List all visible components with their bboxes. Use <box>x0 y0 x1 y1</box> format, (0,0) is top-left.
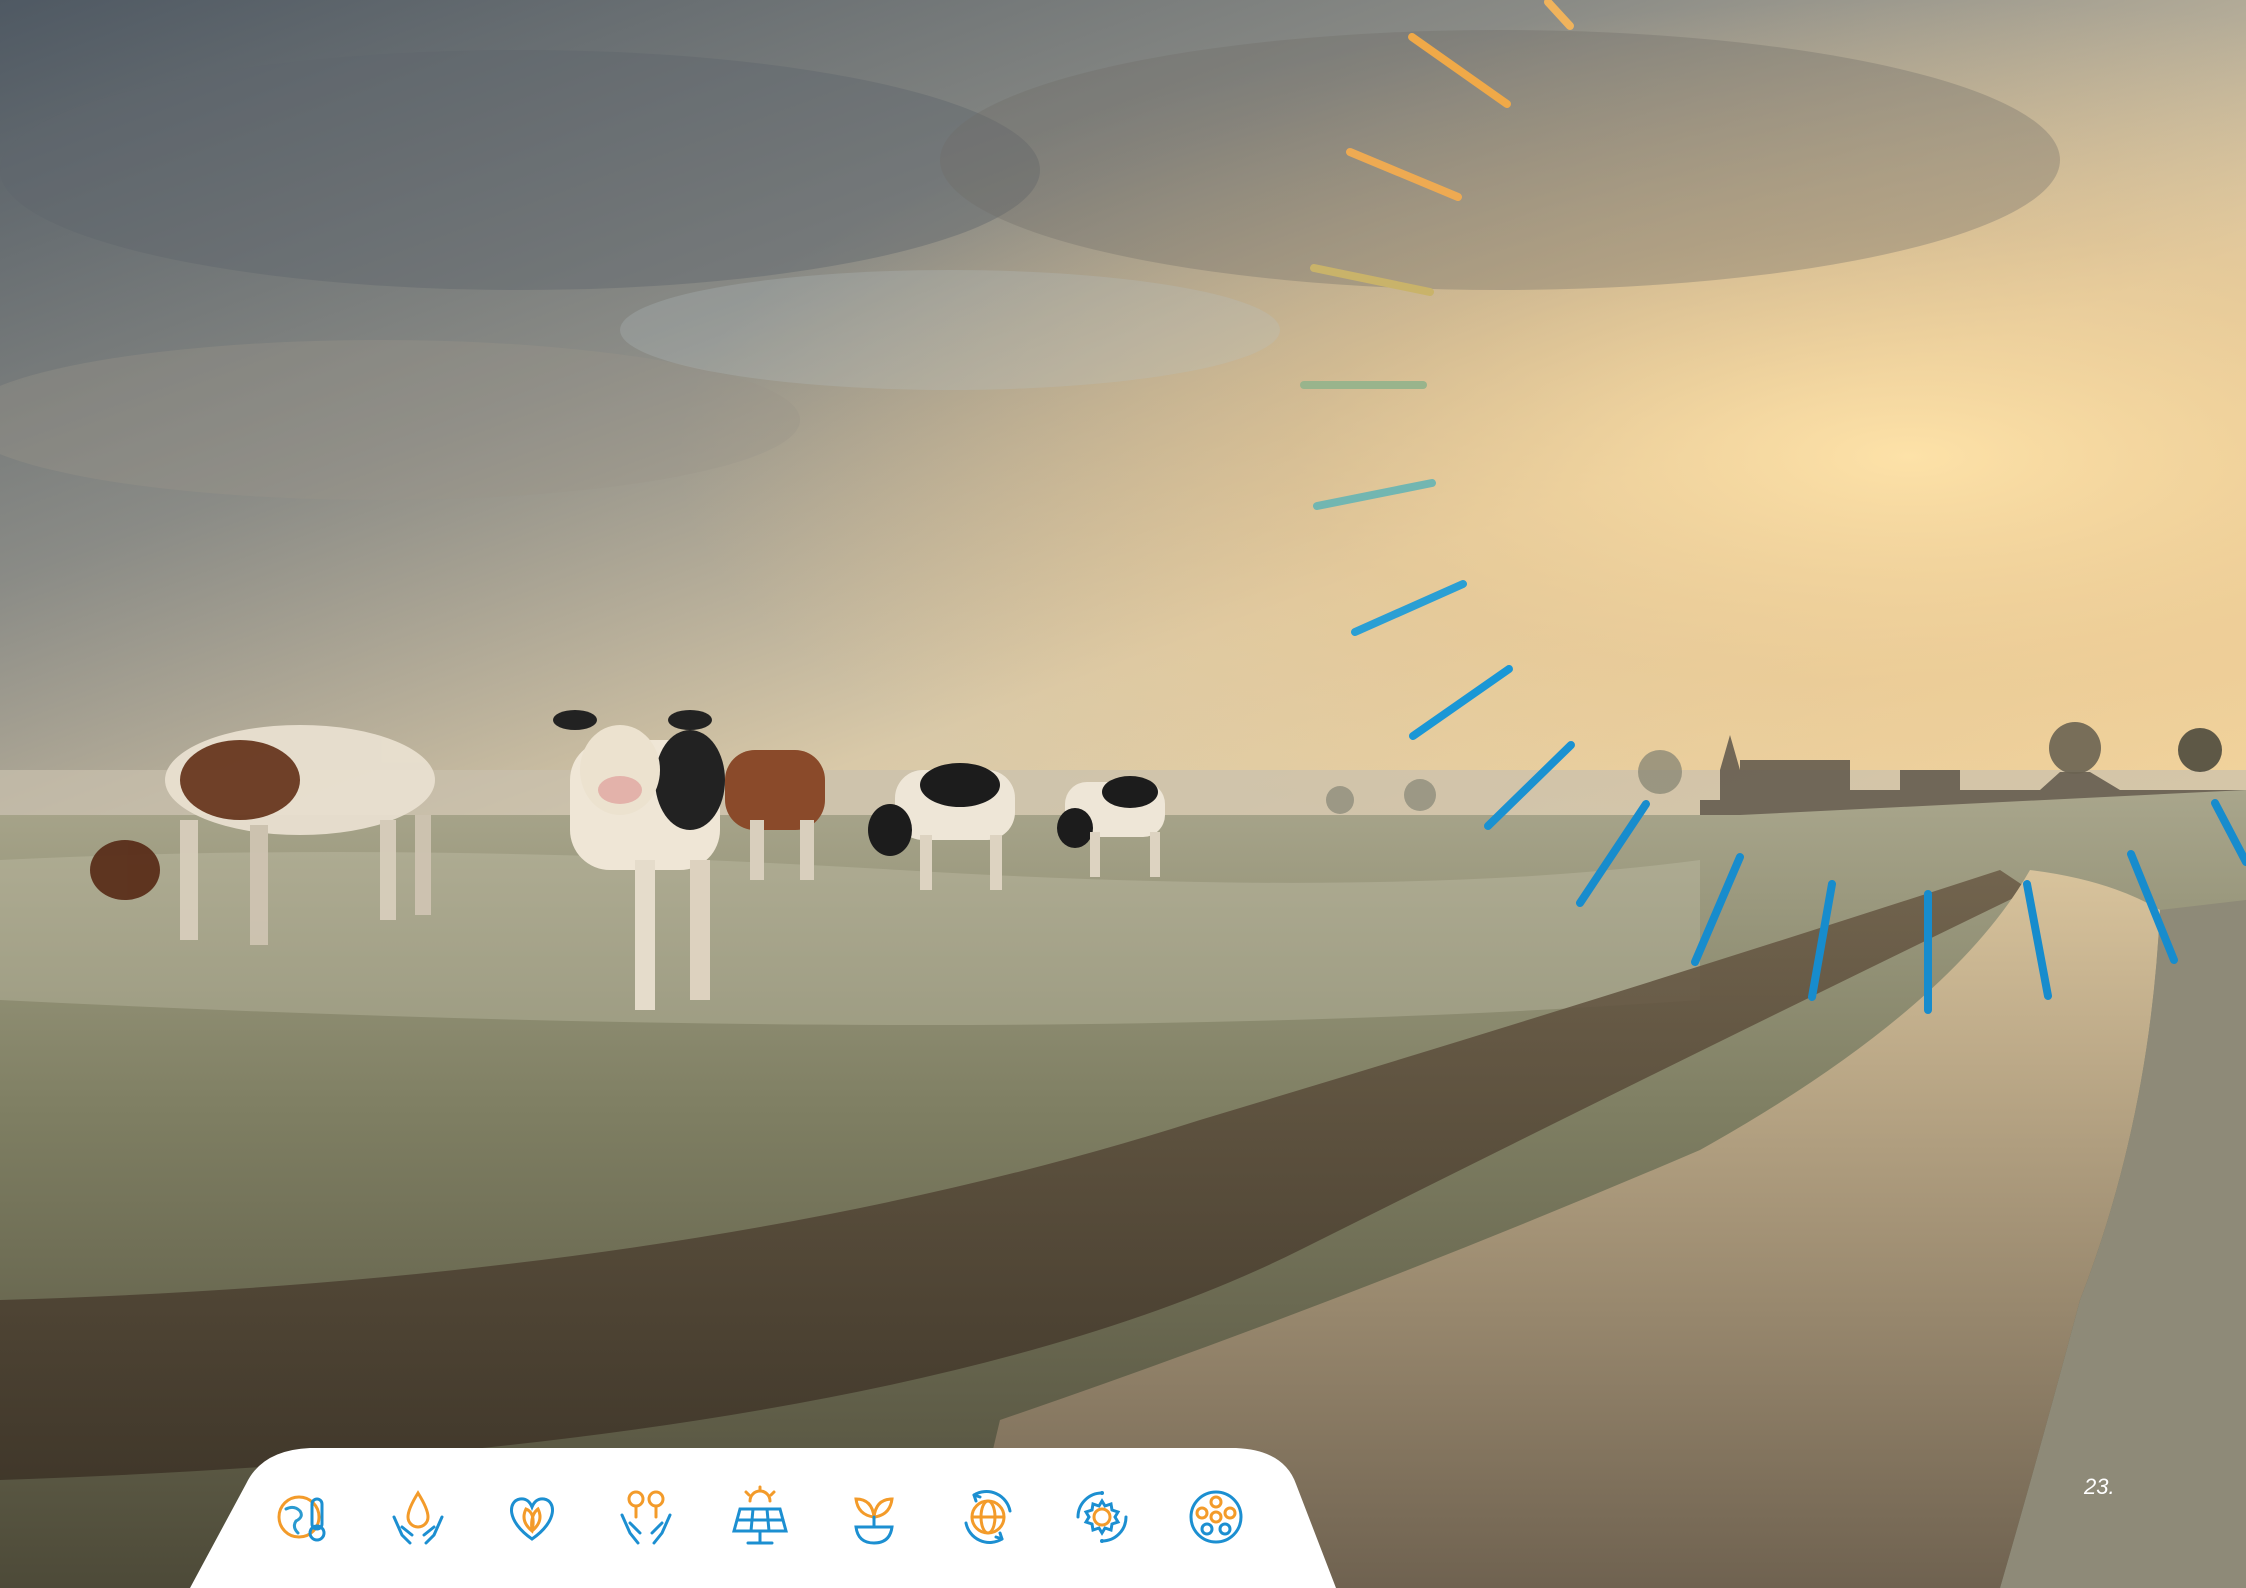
cloud <box>620 270 1280 390</box>
tree <box>1638 750 1682 794</box>
landscape-photo <box>0 0 2246 1588</box>
cloud <box>0 50 1040 290</box>
tree <box>2049 722 2101 774</box>
cloud <box>940 30 2060 290</box>
tree <box>1404 779 1436 811</box>
tree <box>1326 786 1354 814</box>
page-number: 23. <box>2084 1474 2115 1499</box>
icon-bar-background <box>190 1448 1336 1588</box>
tree <box>2178 728 2222 772</box>
